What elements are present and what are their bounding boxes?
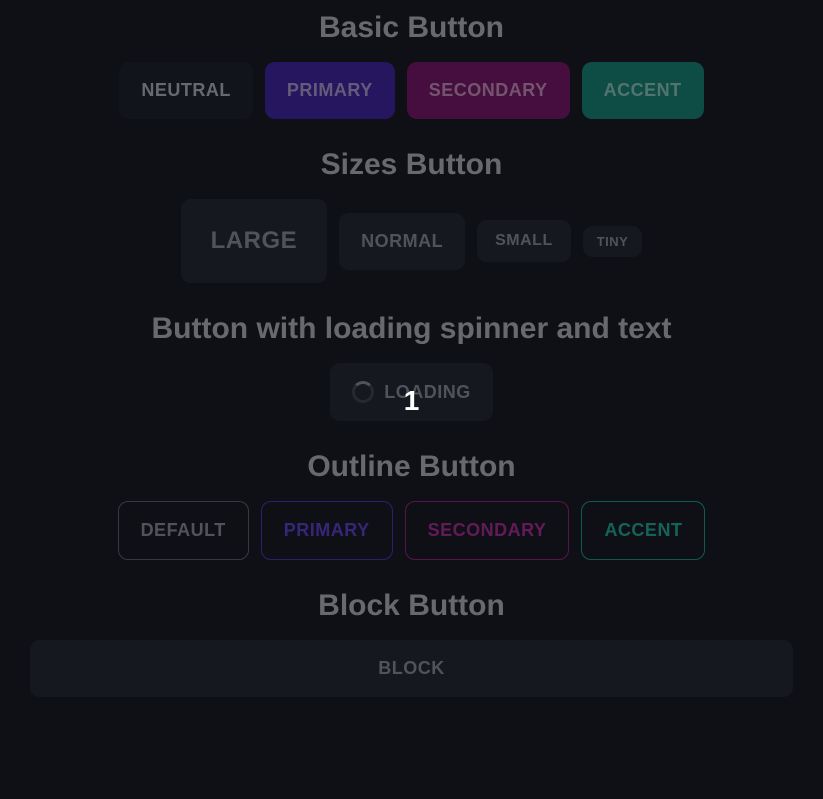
- outline-default-button[interactable]: DEFAULT: [118, 501, 249, 560]
- neutral-button[interactable]: NEUTRAL: [119, 62, 253, 119]
- sizes-button-row: LARGE NORMAL SMALL TINY: [181, 199, 643, 283]
- normal-button[interactable]: NORMAL: [339, 213, 465, 270]
- basic-button-section: Basic Button NEUTRAL PRIMARY SECONDARY A…: [0, 10, 823, 119]
- outline-accent-button[interactable]: ACCENT: [581, 501, 705, 560]
- secondary-button[interactable]: SECONDARY: [407, 62, 570, 119]
- basic-button-title: Basic Button: [319, 10, 504, 46]
- loading-button-label: LOADING: [384, 382, 471, 403]
- loading-counter: 1: [404, 385, 420, 417]
- small-button[interactable]: SMALL: [477, 220, 571, 262]
- outline-button-section: Outline Button DEFAULT PRIMARY SECONDARY…: [0, 449, 823, 560]
- sizes-button-title: Sizes Button: [321, 147, 503, 183]
- block-button-title: Block Button: [318, 588, 505, 624]
- basic-button-row: NEUTRAL PRIMARY SECONDARY ACCENT: [119, 62, 703, 119]
- primary-button[interactable]: PRIMARY: [265, 62, 395, 119]
- spinner-icon: [352, 381, 374, 403]
- block-button-section: Block Button BLOCK: [0, 588, 823, 697]
- tiny-button[interactable]: TINY: [583, 226, 643, 257]
- outline-button-row: DEFAULT PRIMARY SECONDARY ACCENT: [118, 501, 706, 560]
- outline-secondary-button[interactable]: SECONDARY: [405, 501, 570, 560]
- loading-button-title: Button with loading spinner and text: [152, 311, 672, 347]
- outline-button-title: Outline Button: [307, 449, 515, 485]
- sizes-button-section: Sizes Button LARGE NORMAL SMALL TINY: [0, 147, 823, 283]
- accent-button[interactable]: ACCENT: [582, 62, 704, 119]
- outline-primary-button[interactable]: PRIMARY: [261, 501, 393, 560]
- large-button[interactable]: LARGE: [181, 199, 328, 283]
- block-button[interactable]: BLOCK: [30, 640, 793, 697]
